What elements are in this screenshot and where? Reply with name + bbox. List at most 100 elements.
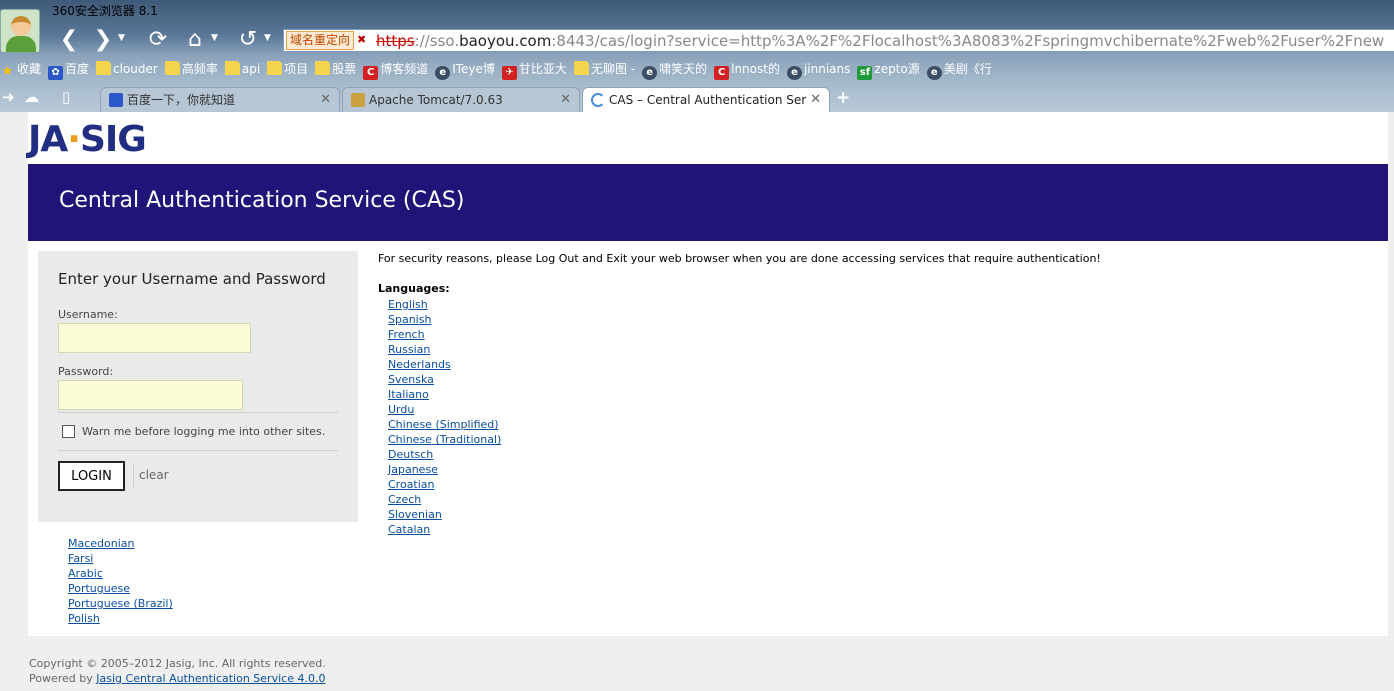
folder-icon <box>164 61 180 75</box>
login-form: Enter your Username and Password Usernam… <box>38 251 358 522</box>
language-link[interactable]: Urdu <box>388 403 414 416</box>
bookmark-item[interactable]: e 美剧《行 <box>926 58 992 80</box>
chevron-down-icon[interactable]: ▼ <box>211 33 221 43</box>
bookmark-item[interactable]: clouder <box>96 58 158 80</box>
language-link[interactable]: Russian <box>388 343 430 356</box>
powered-by: Powered by Jasig Central Authentication … <box>29 672 326 685</box>
cloud-icon[interactable]: ☁ <box>24 88 39 106</box>
bookmark-item[interactable]: 高频率 <box>164 58 218 80</box>
password-input[interactable] <box>58 380 243 410</box>
bookmark-label: 美剧《行 <box>943 62 992 76</box>
language-link[interactable]: Farsi <box>68 552 93 565</box>
language-link[interactable]: Polish <box>68 612 100 625</box>
language-link[interactable]: Portuguese <box>68 582 130 595</box>
tab-bar: ➜ ☁ ▯ 百度一下，你就知道 ✕ Apache Tomcat/7.0.63 ✕… <box>0 86 1394 112</box>
tab-baidu[interactable]: 百度一下，你就知道 ✕ <box>100 87 340 112</box>
bookmark-item[interactable]: 无聊图 - <box>573 58 636 80</box>
language-link[interactable]: Croatian <box>388 478 435 491</box>
language-link[interactable]: Arabic <box>68 567 103 580</box>
bookmark-label: ITeye博 <box>452 62 495 76</box>
url-text[interactable]: https://sso.baoyou.com:8443/cas/login?se… <box>376 32 1384 50</box>
bookmark-item[interactable]: e ITeye博 <box>435 58 495 80</box>
language-link[interactable]: Italiano <box>388 388 429 401</box>
bookmark-label: api <box>241 62 261 76</box>
bookmark-label: 百度 <box>65 62 90 76</box>
globe-icon: e <box>926 66 942 80</box>
bookmark-item[interactable]: e 啸笑天的 <box>642 58 707 80</box>
bookmark-item[interactable]: e jinnians <box>786 58 850 80</box>
arrow-right-icon[interactable]: ➜ <box>2 88 15 106</box>
language-link[interactable]: Deutsch <box>388 448 433 461</box>
bookmark-item[interactable]: api <box>224 58 261 80</box>
url-host: baoyou.com <box>459 32 552 50</box>
page-title: Central Authentication Service (CAS) <box>59 188 465 213</box>
insecure-lock-icon[interactable]: ✖ <box>357 33 371 47</box>
bookmark-item[interactable]: sf zepto源 <box>857 58 920 80</box>
folder-icon <box>315 61 331 75</box>
clear-button[interactable]: clear <box>139 468 169 482</box>
bookmark-label: 甘比亚大 <box>518 62 567 76</box>
redirect-badge[interactable]: 域名重定向 <box>286 31 355 50</box>
warn-checkbox[interactable] <box>62 425 75 438</box>
language-link[interactable]: Japanese <box>388 463 438 476</box>
cas-page: JA·SIG Central Authentication Service (C… <box>28 112 1394 636</box>
language-link[interactable]: Svenska <box>388 373 434 386</box>
close-icon[interactable]: ✕ <box>810 88 821 112</box>
close-icon[interactable]: ✕ <box>560 88 571 112</box>
cas-version-link[interactable]: Jasig Central Authentication Service 4.0… <box>96 672 325 685</box>
language-link[interactable]: Catalan <box>388 523 430 536</box>
globe-icon: e <box>435 66 451 80</box>
jasig-logo: JA·SIG <box>28 119 147 160</box>
user-avatar[interactable] <box>0 9 40 53</box>
language-link[interactable]: Chinese (Traditional) <box>388 433 501 446</box>
tab-tomcat[interactable]: Apache Tomcat/7.0.63 ✕ <box>342 87 580 112</box>
undo-icon[interactable]: ↺ <box>235 26 261 54</box>
chevron-down-icon[interactable]: ▼ <box>118 33 128 43</box>
forward-icon[interactable]: ❯ <box>92 26 114 54</box>
home-icon[interactable]: ⌂ <box>182 26 208 54</box>
bookmark-item[interactable]: ✿ 百度 <box>48 58 89 80</box>
address-bar[interactable]: 域名重定向 ✖ https://sso.baoyou.com:8443/cas/… <box>283 29 1394 52</box>
footer: Copyright © 2005–2012 Jasig, Inc. All ri… <box>29 656 326 686</box>
username-label: Username: <box>58 308 118 321</box>
language-link[interactable]: Chinese (Simplified) <box>388 418 499 431</box>
bookmark-label: 项目 <box>284 62 309 76</box>
bookmark-label: 无聊图 - <box>590 62 636 76</box>
tab-label: CAS – Central Authentication Ser <box>609 93 807 107</box>
language-link[interactable]: English <box>388 298 428 311</box>
back-icon[interactable]: ❮ <box>58 26 80 54</box>
bookmark-item[interactable]: C 博客频道 <box>363 58 428 80</box>
close-icon[interactable]: ✕ <box>320 88 331 112</box>
bookmark-item[interactable]: Clnnost的 <box>714 58 780 80</box>
bookmark-item[interactable]: ✈ 甘比亚大 <box>501 58 567 80</box>
language-link[interactable]: Spanish <box>388 313 431 326</box>
new-tab-icon[interactable]: + <box>836 88 850 108</box>
username-input[interactable] <box>58 323 251 353</box>
bookmark-item[interactable]: ★ 收藏 <box>0 58 41 80</box>
bookmark-label: 高频率 <box>181 62 218 76</box>
paw-icon: ✿ <box>48 66 64 80</box>
tab-label: Apache Tomcat/7.0.63 <box>369 93 503 107</box>
chevron-down-icon[interactable]: ▼ <box>264 33 274 43</box>
login-button[interactable]: LOGIN <box>58 461 125 491</box>
bookmark-item[interactable]: 股票 <box>315 58 356 80</box>
bookmark-label: zepto源 <box>874 62 920 76</box>
tab-cas[interactable]: CAS – Central Authentication Ser ✕ <box>582 87 830 112</box>
warn-label: Warn me before logging me into other sit… <box>82 425 326 438</box>
language-link[interactable]: Czech <box>388 493 421 506</box>
security-notice: For security reasons, please Log Out and… <box>378 252 1101 265</box>
refresh-icon[interactable]: ⟳ <box>144 26 172 54</box>
login-heading: Enter your Username and Password <box>58 270 326 288</box>
csdn-icon: C <box>714 66 730 80</box>
language-link[interactable]: Macedonian <box>68 537 135 550</box>
folder-icon <box>267 61 283 75</box>
url-prefix: ://sso. <box>414 32 460 50</box>
language-link[interactable]: Portuguese (Brazil) <box>68 597 173 610</box>
language-link[interactable]: Slovenian <box>388 508 442 521</box>
language-link[interactable]: French <box>388 328 425 341</box>
phone-icon[interactable]: ▯ <box>62 88 70 106</box>
language-list: English Spanish French Russian Nederlands Sve… <box>388 297 501 537</box>
language-link[interactable]: Nederlands <box>388 358 451 371</box>
bookmark-label: 博客频道 <box>380 62 429 76</box>
bookmark-item[interactable]: 项目 <box>267 58 308 80</box>
